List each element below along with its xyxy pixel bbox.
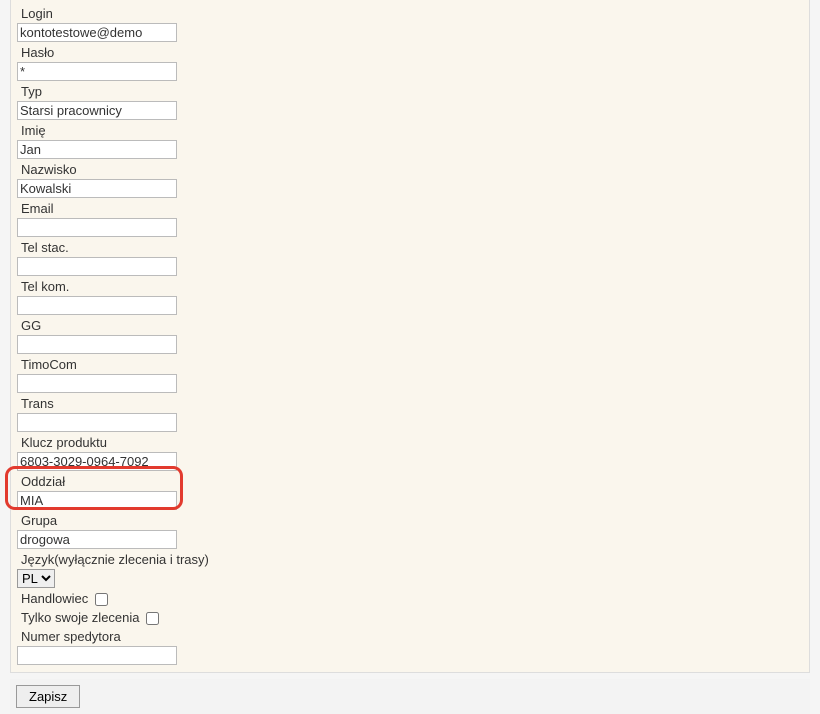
email-label: Email xyxy=(17,199,803,218)
salesperson-label: Handlowiec xyxy=(21,591,88,606)
phone-landline-input[interactable] xyxy=(17,257,177,276)
forwarder-number-input[interactable] xyxy=(17,646,177,665)
form-footer: Zapisz xyxy=(10,679,810,714)
salesperson-checkbox[interactable] xyxy=(95,593,108,606)
lastname-input[interactable] xyxy=(17,179,177,198)
phone-landline-label: Tel stac. xyxy=(17,238,803,257)
only-own-orders-label: Tylko swoje zlecenia xyxy=(21,610,140,625)
email-input[interactable] xyxy=(17,218,177,237)
phone-mobile-label: Tel kom. xyxy=(17,277,803,296)
timocom-label: TimoCom xyxy=(17,355,803,374)
password-input[interactable] xyxy=(17,62,177,81)
group-input[interactable] xyxy=(17,530,177,549)
firstname-label: Imię xyxy=(17,121,803,140)
only-own-orders-checkbox[interactable] xyxy=(146,612,159,625)
gg-label: GG xyxy=(17,316,803,335)
product-key-input[interactable] xyxy=(17,452,177,471)
timocom-input[interactable] xyxy=(17,374,177,393)
save-button[interactable]: Zapisz xyxy=(16,685,80,708)
trans-label: Trans xyxy=(17,394,803,413)
lastname-label: Nazwisko xyxy=(17,160,803,179)
trans-input[interactable] xyxy=(17,413,177,432)
type-label: Typ xyxy=(17,82,803,101)
firstname-input[interactable] xyxy=(17,140,177,159)
password-label: Hasło xyxy=(17,43,803,62)
gg-input[interactable] xyxy=(17,335,177,354)
login-input[interactable] xyxy=(17,23,177,42)
language-label: Język(wyłącznie zlecenia i trasy) xyxy=(17,550,803,569)
login-label: Login xyxy=(17,4,803,23)
branch-label: Oddział xyxy=(17,472,803,491)
type-input[interactable] xyxy=(17,101,177,120)
phone-mobile-input[interactable] xyxy=(17,296,177,315)
language-select[interactable]: PL xyxy=(17,569,55,588)
branch-input[interactable] xyxy=(17,491,177,510)
form-panel: Login Hasło Typ Imię Nazwisko Email Tel … xyxy=(10,0,810,673)
forwarder-number-label: Numer spedytora xyxy=(17,627,803,646)
product-key-label: Klucz produktu xyxy=(17,433,803,452)
group-label: Grupa xyxy=(17,511,803,530)
